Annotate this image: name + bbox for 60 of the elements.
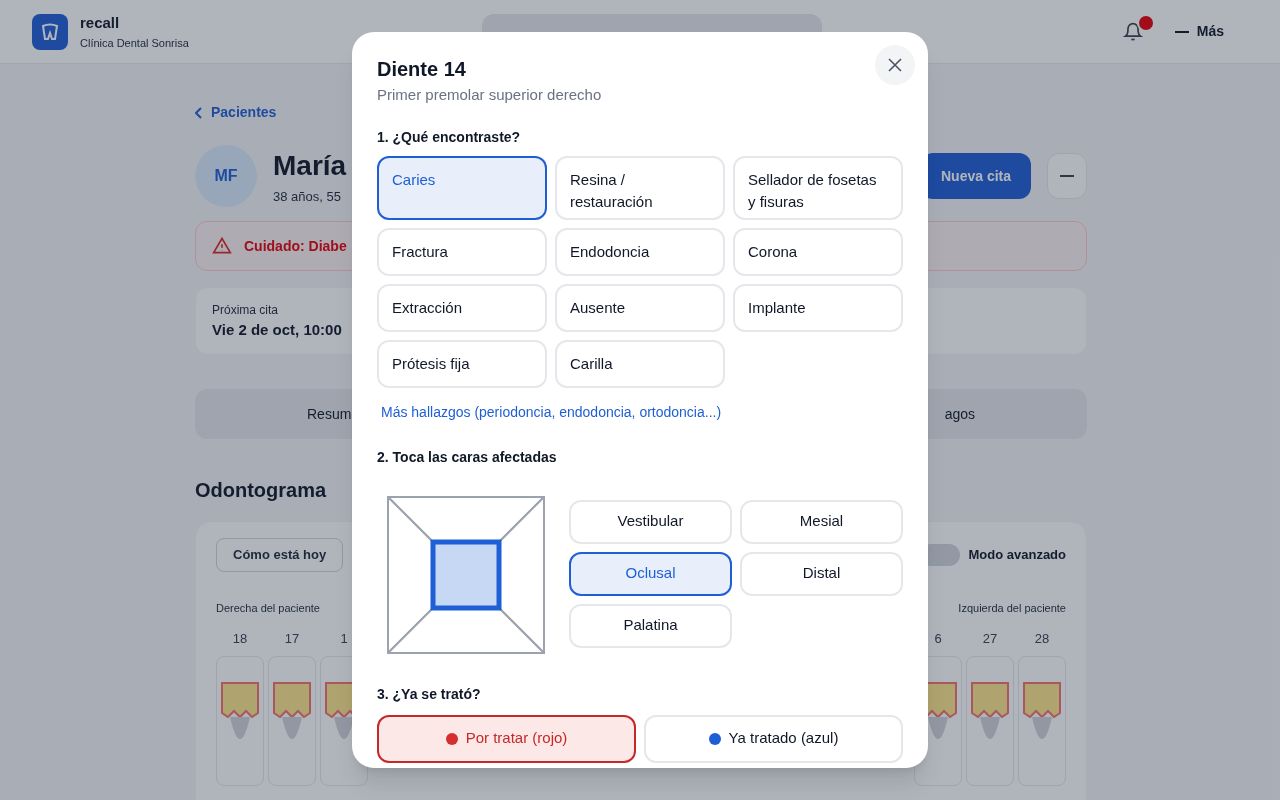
- tooth-card[interactable]: [966, 656, 1014, 786]
- treatment-status-option[interactable]: Ya tratado (azul): [644, 714, 903, 763]
- close-button[interactable]: [875, 45, 915, 85]
- more-menu-button[interactable]: Más: [1174, 21, 1224, 42]
- finding-option[interactable]: Resina / restauración: [555, 155, 725, 220]
- surface-option[interactable]: Oclusal: [569, 551, 732, 596]
- surface-option[interactable]: Mesial: [740, 499, 903, 544]
- treatment-status-option[interactable]: Por tratar (rojo): [377, 714, 636, 763]
- close-icon: [887, 57, 903, 73]
- next-appointment-value: Vie 2 de oct, 10:00: [212, 319, 342, 340]
- finding-option[interactable]: Extracción: [377, 283, 547, 332]
- clinic-name: Clínica Dental Sonrisa: [80, 35, 189, 51]
- dialog-subtitle: Primer premolar superior derecho: [377, 85, 602, 105]
- patient-details: 38 años, 55: [273, 188, 341, 207]
- more-findings-link[interactable]: Más hallazgos (periodoncia, endodoncia, ortodoncia...): [381, 401, 722, 423]
- view-toggle[interactable]: Cómo está hoy: [216, 538, 344, 572]
- dialog-title: Diente 14: [377, 57, 466, 82]
- advanced-mode-label: Modo avanzado: [968, 546, 1066, 565]
- tooth-number: 27: [982, 629, 998, 648]
- section-heading: Odontograma: [195, 478, 327, 503]
- patient-right-label: Derecha del paciente: [216, 601, 320, 616]
- tooth-card[interactable]: [216, 656, 264, 786]
- step-label: 3. ¿Ya se trató?: [377, 684, 481, 704]
- finding-option[interactable]: Ausente: [555, 283, 725, 332]
- tooth-number: 1: [340, 629, 348, 648]
- finding-option[interactable]: Carilla: [555, 339, 725, 388]
- finding-option[interactable]: Caries: [377, 155, 547, 220]
- surface-option[interactable]: Vestibular: [569, 499, 732, 544]
- section-tab[interactable]: Resum: [307, 403, 352, 425]
- app-name: recall: [80, 13, 121, 33]
- notification-badge: [1136, 13, 1155, 32]
- warning-icon: [212, 236, 232, 256]
- finding-option[interactable]: Fractura: [377, 227, 547, 276]
- tooth-number: 28: [1034, 629, 1050, 648]
- tooth-card[interactable]: [268, 656, 316, 786]
- app-logo-icon: [32, 13, 68, 50]
- section-tab[interactable]: agos: [944, 403, 975, 425]
- finding-option[interactable]: Implante: [733, 283, 903, 332]
- tooth-card[interactable]: [1018, 656, 1066, 786]
- finding-option[interactable]: Prótesis fija: [377, 339, 547, 388]
- back-link[interactable]: Pacientes: [195, 102, 277, 123]
- tooth-number: 17: [284, 629, 300, 648]
- tooth-surface-diagram[interactable]: [387, 495, 545, 654]
- finding-option[interactable]: Corona: [733, 227, 903, 276]
- bell-icon[interactable]: [1122, 21, 1143, 42]
- patient-left-label: Izquierda del paciente: [958, 601, 1066, 616]
- dash-icon: [1060, 174, 1074, 178]
- step-label: 2. Toca las caras afectadas: [377, 447, 557, 467]
- patient-name: María: [273, 149, 347, 184]
- tooth-number: 18: [232, 629, 248, 648]
- surface-option[interactable]: Palatina: [569, 603, 732, 648]
- patient-avatar: MF: [195, 145, 257, 207]
- alert-text: Cuidado: Diabe: [244, 236, 347, 256]
- finding-option[interactable]: Sellador de fosetas y fisuras: [733, 155, 903, 220]
- tooth-number: 6: [934, 629, 942, 648]
- finding-option[interactable]: Endodoncia: [555, 227, 725, 276]
- next-appointment-label: Próxima cita: [212, 301, 279, 319]
- surface-option[interactable]: Distal: [740, 551, 903, 596]
- step-label: 1. ¿Qué encontraste?: [377, 127, 521, 147]
- chevron-left-icon: [195, 106, 203, 119]
